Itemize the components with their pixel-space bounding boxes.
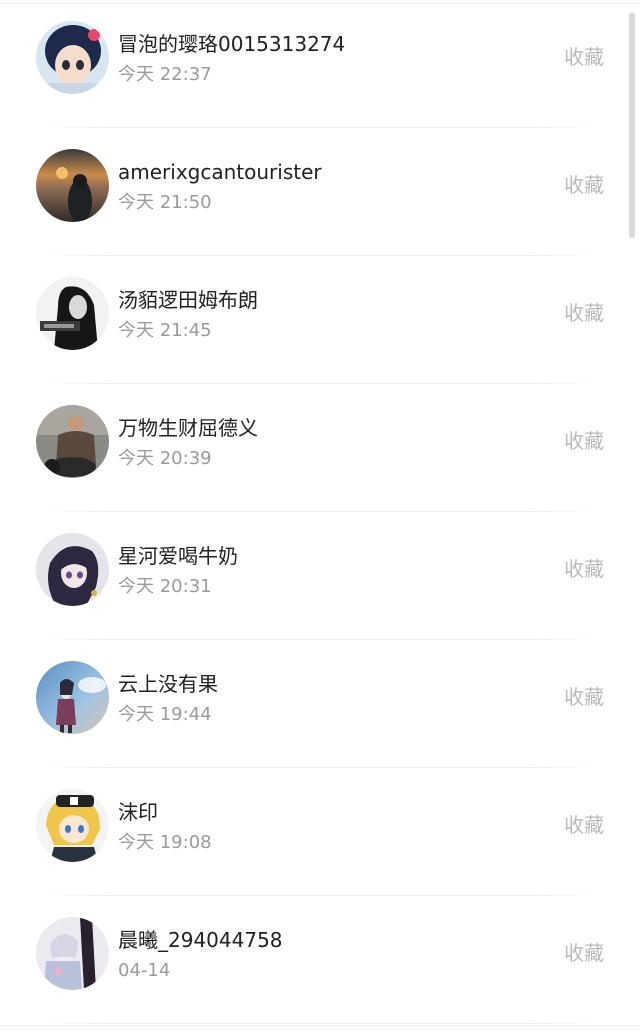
user-name[interactable]: 沫印 — [118, 798, 158, 826]
bottom-divider — [0, 1025, 640, 1026]
avatar[interactable] — [36, 21, 109, 94]
favorite-button[interactable]: 收藏 — [564, 683, 604, 711]
favorite-button[interactable]: 收藏 — [564, 427, 604, 455]
timestamp: 今天 19:08 — [118, 832, 212, 853]
avatar[interactable] — [36, 661, 109, 734]
list-item[interactable]: 晨曦_294044758 04-14 收藏 — [0, 896, 640, 1024]
user-name[interactable]: 万物生财屈德义 — [118, 414, 258, 442]
favorite-button[interactable]: 收藏 — [564, 43, 604, 71]
list-item[interactable]: 汤貊逻田姆布朗 今天 21:45 收藏 — [0, 256, 640, 384]
user-list-page: 冒泡的璎珞0015313274 今天 22:37 收藏 amerixgcanto… — [0, 0, 640, 1030]
avatar[interactable] — [36, 917, 109, 990]
timestamp: 今天 21:50 — [118, 192, 212, 213]
timestamp: 04-14 — [118, 960, 171, 981]
list-item[interactable]: 沫印 今天 19:08 收藏 — [0, 768, 640, 896]
user-list[interactable]: 冒泡的璎珞0015313274 今天 22:37 收藏 amerixgcanto… — [0, 0, 640, 1024]
timestamp: 今天 19:44 — [118, 704, 212, 725]
user-name[interactable]: 晨曦_294044758 — [118, 926, 283, 954]
favorite-button[interactable]: 收藏 — [564, 811, 604, 839]
favorite-button[interactable]: 收藏 — [564, 555, 604, 583]
list-item[interactable]: 云上没有果 今天 19:44 收藏 — [0, 640, 640, 768]
avatar[interactable] — [36, 533, 109, 606]
scrollbar-thumb[interactable] — [629, 12, 635, 238]
list-item[interactable]: amerixgcantourister 今天 21:50 收藏 — [0, 128, 640, 256]
favorite-button[interactable]: 收藏 — [564, 299, 604, 327]
avatar[interactable] — [36, 149, 109, 222]
user-name[interactable]: 汤貊逻田姆布朗 — [118, 286, 258, 314]
user-name[interactable]: amerixgcantourister — [118, 158, 322, 186]
avatar[interactable] — [36, 405, 109, 478]
timestamp: 今天 20:31 — [118, 576, 212, 597]
avatar[interactable] — [36, 789, 109, 862]
list-item[interactable]: 万物生财屈德义 今天 20:39 收藏 — [0, 384, 640, 512]
timestamp: 今天 20:39 — [118, 448, 212, 469]
user-name[interactable]: 星河爱喝牛奶 — [118, 542, 238, 570]
user-name[interactable]: 云上没有果 — [118, 670, 218, 698]
avatar[interactable] — [36, 277, 109, 350]
favorite-button[interactable]: 收藏 — [564, 939, 604, 967]
list-item[interactable]: 冒泡的璎珞0015313274 今天 22:37 收藏 — [0, 0, 640, 128]
timestamp: 今天 22:37 — [118, 64, 212, 85]
favorite-button[interactable]: 收藏 — [564, 171, 604, 199]
list-item[interactable]: 星河爱喝牛奶 今天 20:31 收藏 — [0, 512, 640, 640]
timestamp: 今天 21:45 — [118, 320, 212, 341]
user-name[interactable]: 冒泡的璎珞0015313274 — [118, 30, 345, 58]
